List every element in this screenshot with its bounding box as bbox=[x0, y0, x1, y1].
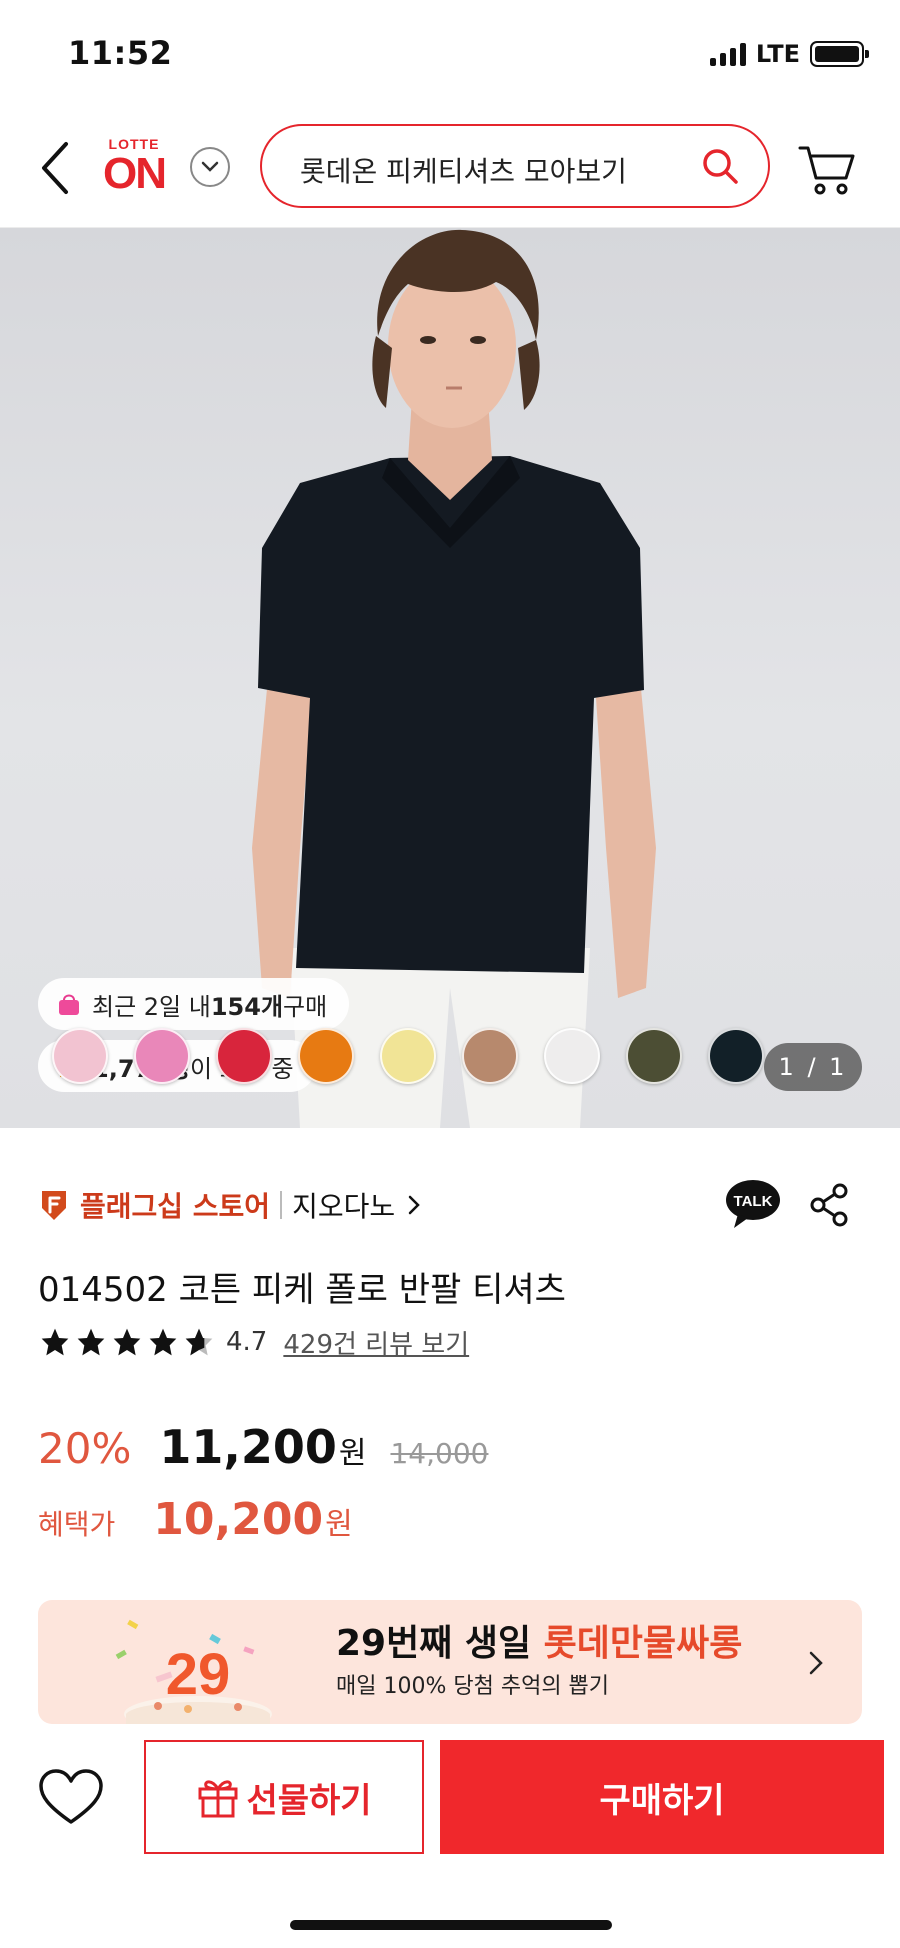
status-time: 11:52 bbox=[68, 34, 173, 72]
color-swatch[interactable] bbox=[380, 1028, 436, 1084]
original-price: 14,000 bbox=[390, 1437, 489, 1470]
lotte-on-logo[interactable]: LOTTE ON bbox=[94, 136, 174, 206]
product-image[interactable]: 최근 2일 내 154개 구매 1,773명이 보는 중 1 / 1 bbox=[0, 228, 900, 1128]
shopping-bag-icon bbox=[59, 994, 79, 1015]
benefit-currency-unit: 원 bbox=[325, 1507, 353, 1542]
buy-label: 구매하기 bbox=[599, 1780, 725, 1821]
status-bar: 11:52 LTE bbox=[0, 0, 900, 110]
chevron-right-icon bbox=[408, 1195, 420, 1215]
home-indicator[interactable] bbox=[290, 1920, 612, 1930]
color-swatch[interactable] bbox=[216, 1028, 272, 1084]
bottom-action-bar: 선물하기 구매하기 bbox=[0, 1724, 900, 1948]
store-link[interactable]: 플래그십 스토어 지오다노 bbox=[38, 1180, 421, 1230]
star-icon bbox=[113, 1328, 141, 1356]
brand-name: 지오다노 bbox=[292, 1190, 396, 1223]
talk-chat-icon[interactable]: TALK bbox=[724, 1178, 782, 1230]
signal-icon bbox=[709, 42, 746, 66]
review-link[interactable]: 429건 리뷰 보기 bbox=[283, 1324, 469, 1361]
back-arrow-icon[interactable] bbox=[36, 138, 76, 198]
image-counter: 1 / 1 bbox=[764, 1043, 862, 1091]
buy-button[interactable]: 구매하기 bbox=[440, 1740, 884, 1854]
star-rating bbox=[38, 1326, 216, 1358]
color-swatch[interactable] bbox=[626, 1028, 682, 1084]
header: LOTTE ON 롯데온 피케티셔츠 모아보기 bbox=[0, 110, 900, 228]
share-icon[interactable] bbox=[808, 1182, 850, 1228]
status-indicators: LTE bbox=[709, 40, 869, 68]
gift-button[interactable]: 선물하기 bbox=[144, 1740, 424, 1854]
birthday-cake-image: 29 bbox=[115, 1619, 272, 1724]
price-row: 20% 11,200 원 14,000 bbox=[38, 1420, 488, 1480]
color-swatch[interactable] bbox=[134, 1028, 190, 1084]
star-half-icon bbox=[185, 1328, 213, 1356]
benefit-price: 10,200 bbox=[153, 1494, 324, 1545]
rating-row: 4.7 429건 리뷰 보기 bbox=[38, 1322, 469, 1362]
color-swatch[interactable] bbox=[52, 1028, 108, 1084]
heart-icon[interactable] bbox=[38, 1768, 104, 1828]
recent-purchases-badge: 최근 2일 내 154개 구매 bbox=[38, 978, 350, 1030]
battery-icon bbox=[810, 41, 869, 67]
search-placeholder: 롯데온 피케티셔츠 모아보기 bbox=[300, 155, 627, 188]
cart-icon[interactable] bbox=[798, 144, 856, 196]
star-icon bbox=[149, 1328, 177, 1356]
flagship-badge-icon bbox=[42, 1191, 66, 1220]
banner-title: 29번째 생일 롯데만물싸롱 bbox=[336, 1623, 743, 1664]
search-icon[interactable] bbox=[700, 146, 740, 186]
color-swatch[interactable] bbox=[298, 1028, 354, 1084]
color-swatch[interactable] bbox=[462, 1028, 518, 1084]
rating-value: 4.7 bbox=[226, 1327, 268, 1357]
chevron-down-icon[interactable] bbox=[190, 147, 230, 187]
banner-subtitle: 매일 100% 당첨 추억의 뽑기 bbox=[336, 1674, 610, 1699]
color-swatch[interactable] bbox=[544, 1028, 600, 1084]
discount-rate: 20% bbox=[38, 1424, 132, 1473]
chevron-right-icon bbox=[809, 1651, 823, 1675]
divider bbox=[280, 1191, 283, 1219]
cake-number: 29 bbox=[166, 1642, 231, 1707]
gift-icon bbox=[198, 1780, 238, 1818]
sale-price: 11,200 bbox=[159, 1420, 337, 1474]
gift-label: 선물하기 bbox=[246, 1780, 372, 1821]
promo-banner[interactable]: 29 29번째 생일 롯데만물싸롱 매일 100% 당첨 추억의 뽑기 bbox=[38, 1600, 862, 1724]
flagship-store-label: 플래그십 스토어 bbox=[80, 1190, 271, 1223]
color-swatch[interactable] bbox=[708, 1028, 764, 1084]
network-label: LTE bbox=[755, 40, 800, 68]
talk-label: TALK bbox=[734, 1193, 773, 1210]
benefit-price-row[interactable]: 혜택가 10,200 원 bbox=[38, 1494, 353, 1554]
search-input[interactable]: 롯데온 피케티셔츠 모아보기 bbox=[260, 124, 770, 208]
star-icon bbox=[41, 1328, 69, 1356]
star-icon bbox=[77, 1328, 105, 1356]
currency-unit: 원 bbox=[338, 1436, 367, 1471]
benefit-label: 혜택가 bbox=[38, 1508, 116, 1541]
product-title: 014502 코튼 피케 폴로 반팔 티셔츠 bbox=[38, 1270, 566, 1310]
